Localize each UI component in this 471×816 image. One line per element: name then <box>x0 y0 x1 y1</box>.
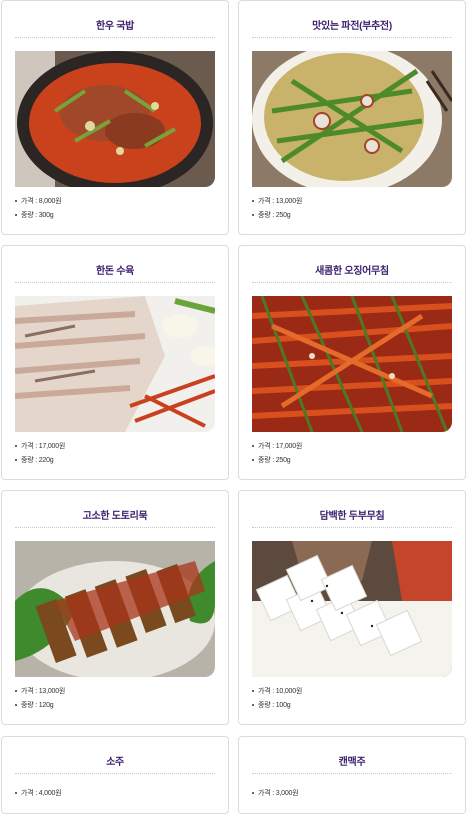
menu-card-title: 한돈 수육 <box>95 266 135 277</box>
divider <box>252 282 452 283</box>
menu-card-pajeon[interactable]: 맛있는 파전(부추전) 가격 : 13,000원 중량 : 250g <box>238 0 466 235</box>
menu-card-title: 담백한 두부무침 <box>319 511 385 522</box>
food-photo-tofu <box>252 541 452 677</box>
menu-card-title: 캔맥주 <box>338 757 366 768</box>
menu-card-soju[interactable]: 소주 가격 : 4,000원 <box>1 736 229 814</box>
menu-price: 가격 : 8,000원 <box>15 197 62 206</box>
menu-card-title: 새콤한 오징어무침 <box>315 266 389 277</box>
food-photo-pajeon <box>252 51 452 187</box>
food-photo-gukbap <box>15 51 215 187</box>
divider <box>252 37 452 38</box>
food-photo-suyuk <box>15 296 215 432</box>
divider <box>252 773 452 774</box>
menu-price: 가격 : 17,000원 <box>252 442 302 451</box>
menu-weight: 중량 : 300g <box>15 211 54 220</box>
divider <box>15 282 215 283</box>
menu-weight: 중량 : 120g <box>15 701 54 710</box>
menu-price: 가격 : 10,000원 <box>252 687 302 696</box>
food-photo-dotorimuk <box>15 541 215 677</box>
menu-weight: 중량 : 100g <box>252 701 291 710</box>
menu-price: 가격 : 13,000원 <box>15 687 65 696</box>
menu-card-gukbap[interactable]: 한우 국밥 가격 : 8,000원 중량 : 300g <box>1 0 229 235</box>
menu-card-suyuk[interactable]: 한돈 수육 가격 : 17,000원 중량 : 220g <box>1 245 229 480</box>
menu-card-dotorimuk[interactable]: 고소한 도토리묵 가격 : 13,000원 중량 : 120g <box>1 490 229 725</box>
menu-card-title: 고소한 도토리묵 <box>82 511 148 522</box>
menu-price: 가격 : 13,000원 <box>252 197 302 206</box>
menu-weight: 중량 : 250g <box>252 211 291 220</box>
food-photo-squid <box>252 296 452 432</box>
menu-weight: 중량 : 220g <box>15 456 54 465</box>
divider <box>15 773 215 774</box>
menu-price: 가격 : 17,000원 <box>15 442 65 451</box>
menu-card-title: 소주 <box>106 757 124 768</box>
menu-price: 가격 : 3,000원 <box>252 789 299 798</box>
menu-card-tofu[interactable]: 담백한 두부무침 가격 : 10,000원 중량 : 100g <box>238 490 466 725</box>
divider <box>252 527 452 528</box>
menu-card-title: 한우 국밥 <box>95 21 135 32</box>
menu-card-squid[interactable]: 새콤한 오징어무침 가격 : 17,000원 중량 : 250g <box>238 245 466 480</box>
menu-price: 가격 : 4,000원 <box>15 789 62 798</box>
menu-card-canbeer[interactable]: 캔맥주 가격 : 3,000원 <box>238 736 466 814</box>
divider <box>15 527 215 528</box>
menu-weight: 중량 : 250g <box>252 456 291 465</box>
menu-card-title: 맛있는 파전(부추전) <box>312 21 392 32</box>
divider <box>15 37 215 38</box>
